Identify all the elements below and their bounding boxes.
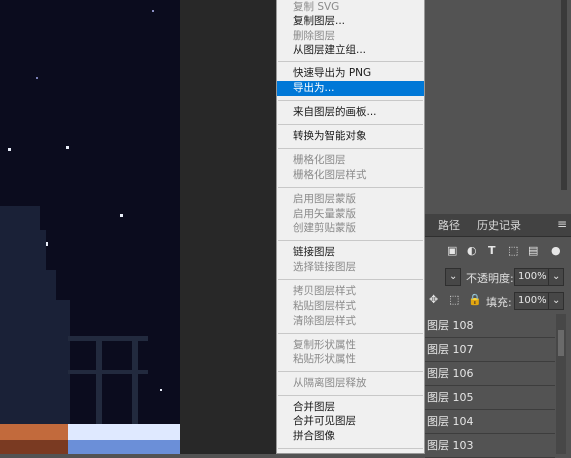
menu-item-rasterize-layer[interactable]: 栅格化图层 — [277, 153, 424, 168]
menu-item-merge-visible[interactable]: 合并可见图层 — [277, 414, 424, 429]
menu-item-artboard-from-layers[interactable]: 来自图层的画板... — [277, 105, 424, 120]
menu-item-enable-layer-mask[interactable]: 启用图层蒙版 — [277, 192, 424, 207]
layer-filter-bar: ▣ ◐ T ⬚ ▤ ● — [425, 241, 571, 263]
fence-post — [132, 336, 138, 426]
fence-post — [96, 336, 102, 426]
lock-position-icon[interactable]: ✥ — [429, 293, 438, 306]
star — [152, 10, 154, 12]
menu-item-paste-shape-attributes[interactable]: 粘贴形状属性 — [277, 352, 424, 367]
menu-item-merge-layers[interactable]: 合并图层 — [277, 400, 424, 415]
opacity-field[interactable]: 100% — [514, 268, 550, 286]
layers-scroll-thumb[interactable] — [558, 330, 564, 356]
menu-separator — [278, 333, 423, 334]
panel-tab-bar: 路径 历史记录 ≡ — [425, 214, 571, 237]
menu-item-flatten-image[interactable]: 拼合图像 — [277, 429, 424, 444]
layer-name: 图层 105 — [427, 391, 474, 404]
menu-item-create-clipping-mask[interactable]: 创建剪贴蒙版 — [277, 221, 424, 236]
layer-row[interactable]: 图层 105 — [425, 386, 555, 410]
menu-separator — [278, 279, 423, 280]
menu-item-quick-export-png[interactable]: 快速导出为 PNG — [277, 66, 424, 81]
menu-item-duplicate-layer[interactable]: 复制图层... — [277, 14, 424, 29]
upper-panel-scrollbar[interactable] — [561, 0, 567, 190]
layer-row[interactable]: 图层 103 — [425, 434, 555, 458]
layer-row[interactable]: 图层 104 — [425, 410, 555, 434]
menu-item-export-as[interactable]: 导出为... — [277, 81, 424, 96]
tree-silhouette — [50, 300, 70, 430]
document-canvas[interactable] — [0, 0, 180, 454]
type-filter-icon[interactable]: T — [488, 244, 496, 257]
menu-item-copy-shape-attributes[interactable]: 复制形状属性 — [277, 338, 424, 353]
lock-all-icon[interactable]: 🔒 — [468, 293, 482, 306]
fill-label: 填充: — [486, 296, 512, 309]
layer-row[interactable]: 图层 106 — [425, 362, 555, 386]
layer-name: 图层 107 — [427, 343, 474, 356]
ground-snow-shade — [68, 440, 180, 454]
layer-name: 图层 106 — [427, 367, 474, 380]
upper-panel-area — [425, 0, 571, 190]
menu-separator — [278, 124, 423, 125]
adjustment-filter-icon[interactable]: ◐ — [467, 244, 477, 257]
menu-item-copy-layer-style[interactable]: 拷贝图层样式 — [277, 284, 424, 299]
menu-item-copy-svg[interactable]: 复制 SVG — [277, 0, 424, 15]
menu-item-group-from-layers[interactable]: 从图层建立组... — [277, 43, 424, 58]
menu-item-link-layers[interactable]: 链接图层 — [277, 245, 424, 260]
menu-item-release-from-isolation[interactable]: 从隔离图层释放 — [277, 376, 424, 391]
menu-separator — [278, 240, 423, 241]
opacity-label: 不透明度: — [466, 272, 514, 285]
layer-list: 图层 108 图层 107 图层 106 图层 105 图层 104 图层 10… — [425, 314, 555, 458]
shape-filter-icon[interactable]: ⬚ — [508, 244, 518, 257]
lock-row: ✥ ⬚ 🔒 填充: 100% ⌄ — [425, 290, 571, 312]
layer-row[interactable]: 图层 107 — [425, 338, 555, 362]
menu-item-paste-layer-style[interactable]: 粘贴图层样式 — [277, 299, 424, 314]
layers-panel: 路径 历史记录 ≡ ▣ ◐ T ⬚ ▤ ● ⌄ 不透明度: 100% ⌄ ✥ ⬚… — [425, 0, 571, 458]
tab-history[interactable]: 历史记录 — [477, 217, 521, 233]
tab-paths[interactable]: 路径 — [438, 217, 460, 233]
star — [120, 214, 123, 217]
artboard-lock-icon[interactable]: ⬚ — [449, 293, 459, 306]
menu-item-convert-smart-object[interactable]: 转换为智能对象 — [277, 129, 424, 144]
smart-object-filter-icon[interactable]: ▤ — [528, 244, 538, 257]
layer-name: 图层 104 — [427, 415, 474, 428]
menu-separator — [278, 187, 423, 188]
ground-dirt-shadow — [0, 440, 68, 454]
filter-toggle-icon[interactable]: ● — [551, 244, 561, 257]
fill-chevron-icon[interactable]: ⌄ — [548, 292, 564, 310]
layer-row[interactable]: 图层 108 — [425, 314, 555, 338]
layer-context-menu: 复制 SVG 复制图层... 删除图层 从图层建立组... 快速导出为 PNG … — [276, 0, 425, 454]
menu-item-delete-layer[interactable]: 删除图层 — [277, 29, 424, 44]
image-filter-icon[interactable]: ▣ — [447, 244, 457, 257]
menu-separator — [278, 371, 423, 372]
menu-item-enable-vector-mask[interactable]: 启用矢量蒙版 — [277, 207, 424, 222]
star — [36, 77, 38, 79]
menu-item-rasterize-layer-style[interactable]: 栅格化图层样式 — [277, 168, 424, 183]
layer-name: 图层 108 — [427, 319, 474, 332]
fill-field[interactable]: 100% — [514, 292, 550, 310]
blend-row: ⌄ 不透明度: 100% ⌄ — [425, 266, 571, 288]
menu-separator — [278, 61, 423, 62]
menu-separator — [278, 100, 423, 101]
menu-separator — [278, 395, 423, 396]
opacity-chevron-icon[interactable]: ⌄ — [548, 268, 564, 286]
blend-mode-chevron-icon[interactable]: ⌄ — [445, 268, 461, 286]
star — [8, 148, 11, 151]
menu-item-select-linked-layers[interactable]: 选择链接图层 — [277, 260, 424, 275]
menu-separator — [278, 148, 423, 149]
canvas-gutter — [180, 0, 276, 454]
star — [66, 146, 69, 149]
star — [160, 389, 162, 391]
menu-separator — [278, 448, 423, 449]
hamburger-icon[interactable]: ≡ — [557, 217, 567, 231]
menu-item-clear-layer-style[interactable]: 清除图层样式 — [277, 314, 424, 329]
